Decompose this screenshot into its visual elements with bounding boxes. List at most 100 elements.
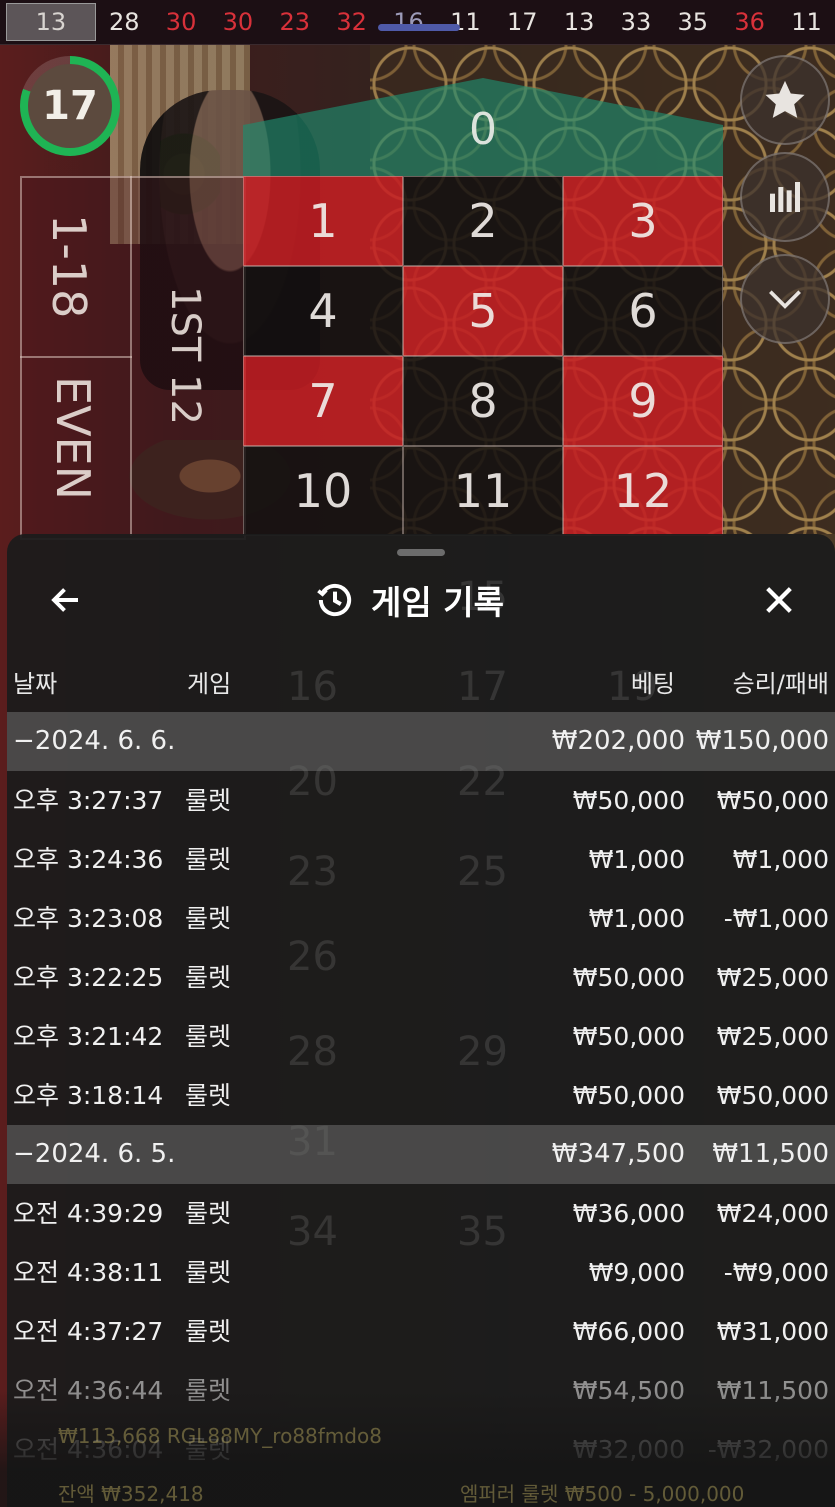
history-row[interactable]: 오후 3:24:36 룰렛 ₩1,000 ₩1,000 [7,830,835,889]
bet-number-8[interactable]: 8 [403,356,563,446]
bet-number-6[interactable]: 6 [563,266,723,356]
history-time: −2024. 6. 5. [13,1139,176,1169]
bet-number-12[interactable]: 12 [563,446,723,536]
history-row[interactable]: 오전 4:39:29 룰렛 ₩36,000 ₩24,000 [7,1184,835,1243]
history-row[interactable]: 오후 3:27:37 룰렛 ₩50,000 ₩50,000 [7,771,835,830]
recent-results-bar: 13 28 30 30 23 32 16 11 17 13 33 35 36 11 [0,0,835,45]
history-game: 룰렛 [185,904,232,933]
history-win-loss: -₩9,000 [723,1258,829,1287]
history-win-loss: ₩11,500 [712,1139,829,1169]
bet-first-dozen[interactable]: 1ST 12 [162,286,208,425]
recent-result: 32 [336,8,367,36]
recent-result: 11 [791,8,822,36]
balance-ghost: 잔액 ₩352,418 [58,1482,204,1506]
history-bet: ₩50,000 [572,1022,685,1051]
history-bet: ₩202,000 [551,726,685,756]
ghost-table-number: 16 [287,664,338,710]
history-game: 룰렛 [185,1258,232,1287]
bet-number-5[interactable]: 5 [403,266,563,356]
bet-number-11[interactable]: 11 [403,446,563,536]
recent-result: 13 [6,3,96,41]
ghost-table-number: 17 [457,664,508,710]
statistics-button[interactable] [740,152,830,242]
history-game: 룰렛 [185,1022,232,1051]
history-win-loss: ₩25,000 [716,963,829,992]
bet-even[interactable]: EVEN [46,376,100,500]
history-row[interactable]: 오전 4:38:11 룰렛 ₩9,000 -₩9,000 [7,1243,835,1302]
column-bet: 베팅 [630,670,675,698]
recent-result: 36 [734,8,765,36]
history-row[interactable]: 오후 3:22:25 룰렛 ₩50,000 ₩25,000 [7,948,835,1007]
recent-result: 35 [677,8,709,36]
recent-result: 23 [279,8,311,36]
chevron-down-icon [769,290,801,309]
side-divider-h [20,356,132,358]
history-row[interactable]: 오후 3:21:42 룰렛 ₩50,000 ₩25,000 [7,1007,835,1066]
arrow-left-icon [51,588,78,612]
history-bet: ₩1,000 [588,845,685,874]
history-row[interactable]: 오후 3:23:08 룰렛 ₩1,000 -₩1,000 [7,889,835,948]
history-time: −2024. 6. 6. [13,726,176,756]
history-time: 오후 3:23:08 [13,904,164,933]
zero-label: 0 [469,104,497,155]
history-row[interactable]: 오전 4:37:27 룰렛 ₩66,000 ₩31,000 [7,1302,835,1361]
history-list: −2024. 6. 6. ₩202,000 ₩150,000 오후 3:27:37 룰렛… [7,712,835,1479]
sheet-drag-handle[interactable] [397,549,445,556]
history-time: 오전 4:38:11 [13,1258,164,1287]
close-icon [766,587,792,613]
history-game: 룰렛 [185,786,232,815]
recent-result: 13 [563,8,595,36]
history-time: 오후 3:24:36 [13,845,164,874]
table-limits-ghost: 엠퍼러 룰렛 ₩500 - 5,000,000 [460,1482,745,1506]
collapse-button[interactable] [740,254,830,344]
recent-result: 33 [620,8,652,36]
history-game: 룰렛 [185,1081,232,1110]
history-time: 오후 3:21:42 [13,1022,164,1051]
bet-low-1-18[interactable]: 1-18 [42,214,96,318]
countdown-value: 17 [28,64,112,148]
history-game: 룰렛 [185,1199,232,1228]
recent-result: 30 [165,8,197,36]
bet-number-7[interactable]: 7 [243,356,403,446]
number-grid: 1 2 3 4 5 6 7 8 9 10 11 12 [243,176,723,536]
history-bet: ₩9,000 [588,1258,685,1287]
history-time: 오후 3:22:25 [13,963,164,992]
recent-result: 30 [222,8,254,36]
column-game: 게임 [187,670,232,698]
bet-number-1[interactable]: 1 [243,176,403,266]
bet-number-9[interactable]: 9 [563,356,723,446]
history-time: 오전 4:39:29 [13,1199,164,1228]
close-button[interactable] [755,576,803,624]
history-game: 룰렛 [185,1317,232,1346]
history-game: 룰렛 [185,845,232,874]
column-win-loss: 승리/패배 [732,670,829,698]
history-bet: ₩66,000 [572,1317,685,1346]
column-date: 날짜 [13,670,58,698]
star-icon [765,80,805,118]
bet-number-4[interactable]: 4 [243,266,403,356]
page-title: 게임 기록 [371,583,504,622]
countdown-timer: 17 [20,56,120,156]
player-info-ghost: ₩113,668 RGL88MY_ro88fmdo8 [58,1424,382,1448]
history-time: 오후 3:18:14 [13,1081,164,1110]
history-time: 오전 4:37:27 [13,1317,164,1346]
history-bet: ₩50,000 [572,963,685,992]
bet-number-3[interactable]: 3 [563,176,723,266]
history-win-loss: ₩31,000 [716,1317,829,1346]
history-win-loss: ₩50,000 [716,786,829,815]
back-button[interactable] [42,576,90,624]
favorites-button[interactable] [740,55,830,145]
history-bet: ₩1,000 [588,904,685,933]
recent-result: 28 [108,8,140,36]
results-scroll-indicator [378,24,460,31]
history-date-group[interactable]: −2024. 6. 6. ₩202,000 ₩150,000 [7,712,835,771]
history-bet: ₩347,500 [551,1139,685,1169]
stats-icon [770,182,800,212]
history-date-group[interactable]: −2024. 6. 5. ₩347,500 ₩11,500 [7,1125,835,1184]
game-history-sheet: 1516171920222325262829313435 게임 기록 날짜 게임… [7,534,835,1507]
bet-number-2[interactable]: 2 [403,176,563,266]
sheet-header: 게임 기록 [315,574,504,626]
recent-result: 11 [450,8,481,36]
bet-number-10[interactable]: 10 [243,446,403,536]
history-row[interactable]: 오후 3:18:14 룰렛 ₩50,000 ₩50,000 [7,1066,835,1125]
